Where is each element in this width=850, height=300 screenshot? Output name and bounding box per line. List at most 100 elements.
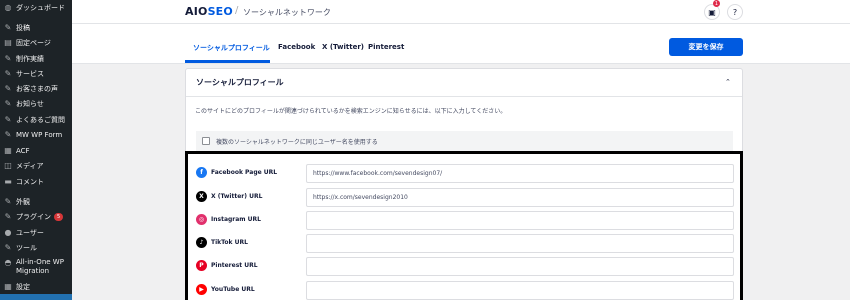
profile-label: Instagram URL — [211, 216, 261, 223]
pin-icon: ✎ — [4, 130, 12, 139]
tools-icon: ✎ — [4, 243, 12, 252]
sidebar-item-plugins[interactable]: ✎ プラグイン 5 — [0, 209, 72, 224]
pin-icon: ✎ — [4, 99, 12, 108]
profile-row-facebook: f Facebook Page URL https://www.facebook… — [188, 162, 740, 184]
profile-label: TikTok URL — [211, 239, 248, 246]
chevron-up-icon[interactable]: ⌃ — [725, 78, 731, 86]
sidebar-item-label: All-in-One WP Migration — [16, 258, 64, 275]
sidebar-item-media[interactable]: ◫ メディア — [0, 158, 72, 173]
header-separator: / — [235, 5, 239, 16]
sidebar-item-users[interactable]: ● ユーザー — [0, 225, 72, 240]
user-icon: ● — [4, 228, 12, 237]
youtube-icon: ▶ — [196, 284, 207, 295]
plugin-update-badge: 5 — [54, 212, 64, 221]
instagram-url-input[interactable] — [306, 211, 734, 230]
sidebar-active-item[interactable] — [0, 294, 72, 300]
help-button[interactable]: ? — [727, 4, 743, 20]
dashboard-icon: ◍ — [4, 3, 12, 12]
profile-row-x-twitter: X X (Twitter) URL https://x.com/sevendes… — [188, 186, 740, 208]
profile-row-instagram: ◎ Instagram URL — [188, 209, 740, 231]
facebook-icon: f — [196, 167, 207, 178]
save-changes-button[interactable]: 変更を保存 — [669, 38, 743, 56]
sidebar-item-works[interactable]: ✎ 制作実績 — [0, 51, 72, 66]
sidebar-item-posts[interactable]: ✎ 投稿 — [0, 20, 72, 35]
sidebar-item-mw-wp-form[interactable]: ✎ MW WP Form — [0, 127, 72, 142]
sidebar-item-label: ユーザー — [16, 228, 44, 237]
sidebar-item-testimonials[interactable]: ✎ お客さまの声 — [0, 81, 72, 96]
aioseo-header: AIOSEO / ソーシャルネットワーク ▣ 1 ? — [72, 0, 850, 24]
tab-x-twitter[interactable]: X (Twitter) — [322, 43, 364, 51]
admin-sidebar: ◍ ダッシュボード ✎ 投稿 ▤ 固定ページ ✎ 制作実績 ✎ サービス ✎ お… — [0, 0, 72, 300]
page-title: ソーシャルネットワーク — [243, 8, 331, 17]
sidebar-item-dashboard[interactable]: ◍ ダッシュボード — [0, 0, 72, 15]
tab-social-profiles[interactable]: ソーシャルプロフィール — [193, 43, 270, 53]
sidebar-item-faq[interactable]: ✎ よくあるご質問 — [0, 112, 72, 127]
card-description: このサイトにどのプロフィールが関連づけられているかを検索エンジンに知らせるには、… — [195, 108, 507, 115]
tab-pinterest[interactable]: Pinterest — [368, 43, 404, 51]
sidebar-item-tools[interactable]: ✎ ツール — [0, 240, 72, 255]
sidebar-item-label: 投稿 — [16, 23, 30, 32]
same-username-option[interactable]: 複数のソーシャルネットワークに同じユーザー名を使用する — [196, 131, 733, 151]
x-twitter-icon: X — [196, 191, 207, 202]
sidebar-item-comments[interactable]: ▬ コメント — [0, 174, 72, 189]
instagram-icon: ◎ — [196, 214, 207, 225]
sidebar-item-label: プラグイン — [16, 212, 51, 221]
profile-label: X (Twitter) URL — [211, 193, 263, 200]
same-username-checkbox[interactable] — [202, 137, 210, 145]
sidebar-item-services[interactable]: ✎ サービス — [0, 66, 72, 81]
tiktok-url-input[interactable] — [306, 234, 734, 253]
sidebar-item-label: MW WP Form — [16, 130, 63, 139]
sidebar-item-appearance[interactable]: ✎ 外観 — [0, 194, 72, 209]
divider — [186, 96, 742, 97]
pin-icon: ✎ — [4, 23, 12, 32]
comment-icon: ▬ — [4, 177, 12, 186]
sidebar-item-label: よくあるご質問 — [16, 115, 65, 124]
same-username-label: 複数のソーシャルネットワークに同じユーザー名を使用する — [216, 138, 378, 146]
sidebar-item-acf[interactable]: ▦ ACF — [0, 143, 72, 158]
help-icon: ? — [732, 7, 738, 17]
active-tab-indicator — [185, 60, 270, 63]
inbox-icon: ▣ — [708, 7, 716, 17]
sidebar-item-label: 外観 — [16, 197, 30, 206]
sidebar-item-label: 制作実績 — [16, 54, 44, 63]
social-urls-section: f Facebook Page URL https://www.facebook… — [185, 151, 743, 300]
sidebar-item-label: ACF — [16, 146, 30, 155]
sidebar-item-label: お知らせ — [16, 99, 44, 108]
sidebar-item-label: サービス — [16, 69, 44, 78]
sidebar-item-label: 固定ページ — [16, 38, 51, 47]
sidebar-item-all-in-one-wp-migration[interactable]: ◓ All-in-One WP Migration — [0, 256, 72, 280]
profile-label: Pinterest URL — [211, 262, 258, 269]
profile-label: Facebook Page URL — [211, 169, 278, 176]
tiktok-icon: ♪ — [196, 237, 207, 248]
pinterest-icon: P — [196, 260, 207, 271]
pin-icon: ✎ — [4, 69, 12, 78]
media-icon: ◫ — [4, 161, 12, 170]
sidebar-item-label: ダッシュボード — [16, 3, 65, 12]
youtube-url-input[interactable] — [306, 281, 734, 300]
sidebar-item-label: コメント — [16, 177, 44, 186]
settings-icon: ▦ — [4, 282, 12, 291]
sidebar-item-settings[interactable]: ▦ 設定 — [0, 279, 72, 294]
migration-icon: ◓ — [4, 258, 12, 267]
profile-row-pinterest: P Pinterest URL — [188, 255, 740, 277]
card-title: ソーシャルプロフィール — [196, 78, 284, 87]
profile-row-youtube: ▶ YouTube URL — [188, 279, 740, 300]
sidebar-item-news[interactable]: ✎ お知らせ — [0, 96, 72, 111]
pin-icon: ✎ — [4, 115, 12, 124]
sidebar-item-label: お客さまの声 — [16, 84, 58, 93]
appearance-icon: ✎ — [4, 197, 12, 206]
settings-tabs: ソーシャルプロフィール Facebook X (Twitter) Pintere… — [72, 24, 850, 64]
notification-count-badge: 1 — [713, 0, 720, 7]
pin-icon: ✎ — [4, 84, 12, 93]
sidebar-item-pages[interactable]: ▤ 固定ページ — [0, 35, 72, 50]
facebook-url-input[interactable]: https://www.facebook.com/sevendesign07/ — [306, 164, 734, 183]
pinterest-url-input[interactable] — [306, 257, 734, 276]
x-twitter-url-input[interactable]: https://x.com/sevendesign2010 — [306, 188, 734, 207]
acf-icon: ▦ — [4, 146, 12, 155]
tab-facebook[interactable]: Facebook — [278, 43, 315, 51]
pin-icon: ✎ — [4, 54, 12, 63]
aioseo-logo: AIOSEO — [185, 5, 233, 18]
sidebar-item-label: 設定 — [16, 282, 30, 291]
sidebar-item-label: メディア — [16, 161, 44, 170]
profile-row-tiktok: ♪ TikTok URL — [188, 232, 740, 254]
